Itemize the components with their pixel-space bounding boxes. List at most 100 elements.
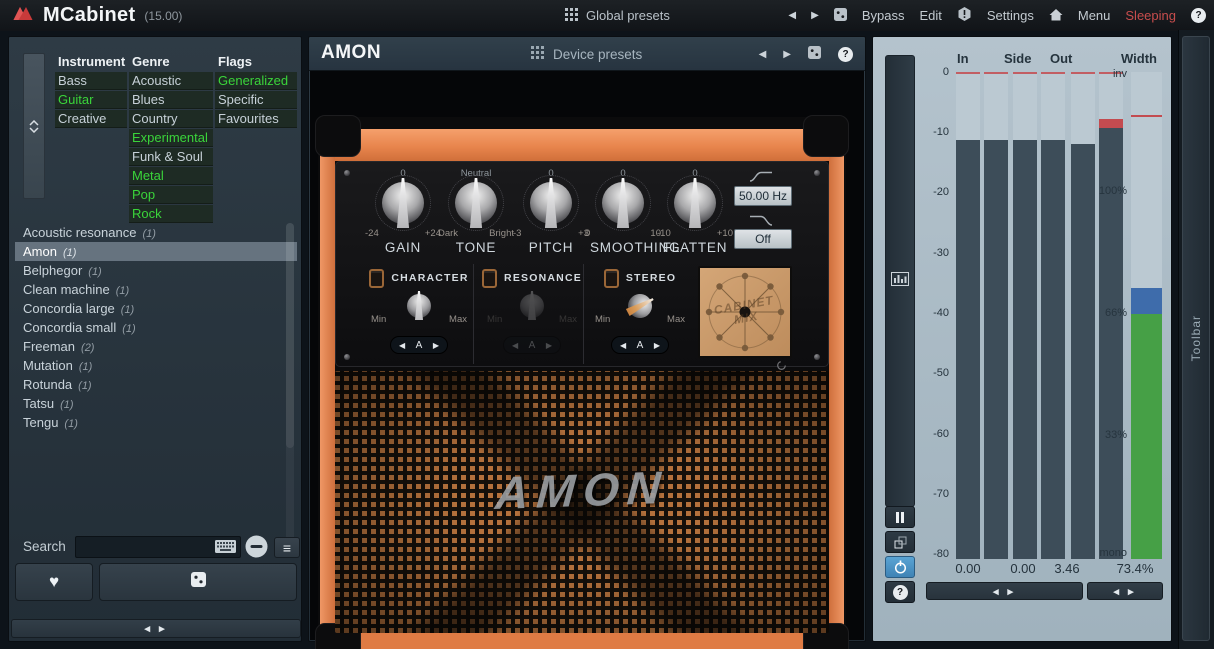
- toolbar-expand-button[interactable]: Toolbar: [1182, 36, 1210, 641]
- preset-row[interactable]: Acoustic resonance(1): [15, 223, 297, 242]
- amp-corner-protector: [803, 115, 849, 157]
- stepper-prev-icon[interactable]: ◀: [512, 341, 518, 350]
- preset-row-selected[interactable]: Amon(1): [15, 242, 297, 261]
- preset-row[interactable]: Clean machine(1): [15, 280, 297, 299]
- bypass-button[interactable]: Bypass: [862, 8, 905, 23]
- filter-item-generalized[interactable]: Generalized: [215, 72, 297, 90]
- meter-bar-in-l: [956, 72, 980, 559]
- preset-row[interactable]: Freeman(2): [15, 337, 297, 356]
- knob-dial[interactable]: [455, 182, 497, 224]
- dice-icon: [191, 572, 206, 592]
- filter-header: Instrument: [55, 53, 127, 71]
- filter-item-specific[interactable]: Specific: [215, 91, 297, 109]
- random-preset-dice-icon[interactable]: [834, 8, 847, 24]
- filter-collapse-strip[interactable]: [23, 53, 45, 199]
- sleeping-status[interactable]: Sleeping: [1125, 8, 1176, 23]
- filter-item-guitar[interactable]: Guitar: [55, 91, 127, 109]
- help-icon[interactable]: ?: [1191, 8, 1206, 23]
- width-resize-handle[interactable]: ◂ ▸: [1087, 582, 1163, 600]
- filter-item-country[interactable]: Country: [129, 110, 213, 128]
- screw-icon: [814, 170, 820, 176]
- stepper-next-icon[interactable]: ▶: [546, 341, 552, 350]
- home-icon[interactable]: [1049, 8, 1063, 24]
- stepper-next-icon[interactable]: ▶: [654, 341, 660, 350]
- random-preset-button[interactable]: [99, 563, 297, 601]
- browser-resize-handle[interactable]: ◂ ▸: [11, 619, 301, 638]
- gain-knob[interactable]: 0 -24 +24 GAIN: [370, 168, 436, 255]
- character-knob[interactable]: [407, 294, 431, 318]
- preset-row[interactable]: Tatsu(1): [15, 394, 297, 413]
- stepper-next-icon[interactable]: ▶: [433, 341, 439, 350]
- meter-help-button[interactable]: ?: [885, 581, 915, 603]
- db-tick: -20: [913, 186, 949, 198]
- lowpass-value-box[interactable]: Off: [734, 229, 792, 249]
- knob-label: FLATTEN: [662, 240, 728, 255]
- preset-row[interactable]: Tengu(1): [15, 413, 297, 432]
- reset-icon[interactable]: [776, 358, 787, 376]
- next-preset-icon[interactable]: ▶: [811, 10, 819, 21]
- remove-filter-button[interactable]: [244, 534, 269, 559]
- stereo-variant-stepper[interactable]: ◀ A ▶: [611, 336, 669, 354]
- filter-item-acoustic[interactable]: Acoustic: [129, 72, 213, 90]
- analyzer-collapse-strip[interactable]: [885, 55, 915, 507]
- filter-item-rock[interactable]: Rock: [129, 205, 213, 223]
- knob-label: GAIN: [370, 240, 436, 255]
- keyboard-icon[interactable]: [215, 540, 236, 558]
- knob-dial[interactable]: [674, 182, 716, 224]
- highpass-value-box[interactable]: 50.00 Hz: [734, 186, 792, 206]
- knob-dial[interactable]: [602, 182, 644, 224]
- alert-icon[interactable]: [957, 6, 972, 25]
- filter-item-blues[interactable]: Blues: [129, 91, 213, 109]
- filter-item-metal[interactable]: Metal: [129, 167, 213, 185]
- edit-button[interactable]: Edit: [919, 8, 941, 23]
- preset-row[interactable]: Concordia small(1): [15, 318, 297, 337]
- meters-resize-handle[interactable]: ◂ ▸: [926, 582, 1083, 600]
- resonance-knob[interactable]: [520, 294, 544, 318]
- prev-device-preset-icon[interactable]: ◀: [759, 49, 767, 60]
- tone-knob[interactable]: Neutral Dark Bright TONE: [443, 168, 509, 255]
- filter-item-favourites[interactable]: Favourites: [215, 110, 297, 128]
- preset-list-scrollbar[interactable]: [286, 223, 294, 545]
- preset-row[interactable]: Belphegor(1): [15, 261, 297, 280]
- meter-scale-button[interactable]: [885, 531, 915, 553]
- meter-power-button[interactable]: [885, 556, 915, 578]
- knob-dial[interactable]: [382, 182, 424, 224]
- screw-icon: [344, 170, 350, 176]
- smoothing-knob[interactable]: 0 0 10 SMOOTHING: [590, 168, 656, 255]
- settings-button[interactable]: Settings: [987, 8, 1034, 23]
- preset-row[interactable]: Rotunda(1): [15, 375, 297, 394]
- chevron-down-icon: [29, 127, 39, 133]
- stepper-prev-icon[interactable]: ◀: [620, 341, 626, 350]
- stepper-prev-icon[interactable]: ◀: [399, 341, 405, 350]
- preset-browser-panel: Instrument Bass Guitar Creative Genre Ac…: [8, 36, 302, 642]
- filter-item-pop[interactable]: Pop: [129, 186, 213, 204]
- stereo-knob[interactable]: [624, 290, 656, 322]
- meter-pause-button[interactable]: [885, 506, 915, 528]
- section-divider: [473, 264, 474, 364]
- meter-bar-side-l: [1013, 72, 1037, 559]
- pitch-knob[interactable]: 0 -3 +3 PITCH: [518, 168, 584, 255]
- character-variant-stepper[interactable]: ◀ A ▶: [390, 336, 448, 354]
- resonance-variant-stepper[interactable]: ◀ A ▶: [503, 336, 561, 354]
- prev-preset-icon[interactable]: ◀: [788, 10, 796, 21]
- cabinet-mix-pad[interactable]: CABINET MIX: [698, 266, 792, 358]
- next-device-preset-icon[interactable]: ▶: [783, 49, 791, 60]
- analyzer-chart-icon: [891, 272, 909, 291]
- filter-item-bass[interactable]: Bass: [55, 72, 127, 90]
- knob-dial[interactable]: [530, 182, 572, 224]
- device-help-icon[interactable]: ?: [838, 47, 853, 62]
- db-tick: -80: [913, 548, 949, 560]
- menu-button[interactable]: Menu: [1078, 8, 1111, 23]
- global-presets-button[interactable]: Global presets: [565, 0, 670, 31]
- favourite-button[interactable]: ♥: [15, 563, 93, 601]
- filter-item-funk-soul[interactable]: Funk & Soul: [129, 148, 213, 166]
- filter-item-creative[interactable]: Creative: [55, 110, 127, 128]
- random-device-preset-dice-icon[interactable]: [808, 46, 821, 62]
- flatten-knob[interactable]: 0 -10 +10 FLATTEN: [662, 168, 728, 255]
- device-presets-button[interactable]: Device presets: [531, 37, 642, 71]
- preset-row[interactable]: Mutation(1): [15, 356, 297, 375]
- preset-row[interactable]: Concordia large(1): [15, 299, 297, 318]
- browser-menu-button[interactable]: ≡: [274, 537, 300, 558]
- filter-item-experimental[interactable]: Experimental: [129, 129, 213, 147]
- width-tick: 33%: [1093, 429, 1127, 441]
